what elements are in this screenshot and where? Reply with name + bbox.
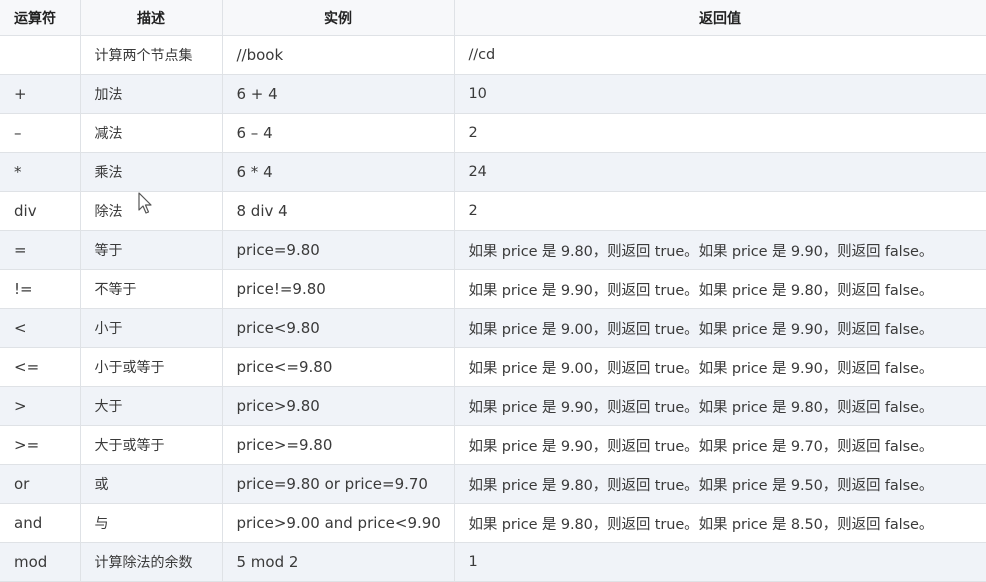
cell-description: 乘法 <box>79 152 223 192</box>
table-row: – 减法 6 – 42 <box>0 113 986 153</box>
header-example: 实例 <box>221 0 455 36</box>
cell-return-value: 如果 price 是 9.90，则返回 true。如果 price 是 9.80… <box>453 386 986 426</box>
table-row: div 除法 8 div 42 <box>0 191 986 231</box>
cell-operator: * <box>0 152 81 192</box>
cell-return-value: 如果 price 是 9.90，则返回 true。如果 price 是 9.70… <box>453 425 986 465</box>
cell-description: 除法 <box>79 191 223 231</box>
header-description: 描述 <box>79 0 223 36</box>
cell-example: price>9.80 <box>221 386 455 426</box>
cell-description: 小于 <box>79 308 223 348</box>
cell-operator: and <box>0 503 81 543</box>
cell-operator: != <box>0 269 81 309</box>
cell-example: price<9.80 <box>221 308 455 348</box>
cell-description: 大于或等于 <box>79 425 223 465</box>
cell-operator: = <box>0 230 81 270</box>
cell-return-value: 24 <box>453 152 986 192</box>
cell-return-value: //cd <box>453 35 986 75</box>
table-row: * 乘法 6 * 4 24 <box>0 152 986 192</box>
cell-return-value: 如果 price 是 9.00，则返回 true。如果 price 是 9.90… <box>453 308 986 348</box>
cell-example: price>9.00 and price<9.90 <box>221 503 455 543</box>
table-row: + 加法 6 + 4 10 <box>0 74 986 114</box>
table-row: > 大于 price>9.80 如果 price 是 9.90，则返回 true。如果… <box>0 386 986 426</box>
cell-example: 6 * 4 <box>221 152 455 192</box>
cell-operator <box>0 35 81 75</box>
cell-description: 不等于 <box>79 269 223 309</box>
table-row: <= 小于或等于 price<=9.80 如果 price 是 9.00，则返回 tr… <box>0 347 986 387</box>
cell-return-value: 2 <box>453 191 986 231</box>
cell-example: price>=9.80 <box>221 425 455 465</box>
table-row: 计算两个节点集//book//cd <box>0 35 986 75</box>
cell-return-value: 10 <box>453 74 986 114</box>
cell-description: 减法 <box>79 113 223 153</box>
table-row: >= 大于或等于 price>=9.80 如果 price 是 9.90，则返回 tr… <box>0 425 986 465</box>
cell-description: 小于或等于 <box>79 347 223 387</box>
cell-example: price!=9.80 <box>221 269 455 309</box>
operators-table: 运算符 描述 实例 返回值 计算两个节点集//book//cd + 加法 6 + 41… <box>0 0 986 582</box>
cell-description: 计算除法的余数 <box>79 542 223 582</box>
table-row: and 与 price>9.00 and price<9.90 如果 price 是 … <box>0 503 986 543</box>
cell-operator: or <box>0 464 81 504</box>
cell-description: 加法 <box>79 74 223 114</box>
cell-operator: > <box>0 386 81 426</box>
cell-operator: mod <box>0 542 81 582</box>
cell-example: 8 div 4 <box>221 191 455 231</box>
cell-return-value: 如果 price 是 9.00，则返回 true。如果 price 是 9.90… <box>453 347 986 387</box>
cell-return-value: 如果 price 是 9.90，则返回 true。如果 price 是 9.80… <box>453 269 986 309</box>
cell-operator: + <box>0 74 81 114</box>
cell-return-value: 2 <box>453 113 986 153</box>
table-row: < 小于 price<9.80 如果 price 是 9.00，则返回 true。如果… <box>0 308 986 348</box>
cell-description: 与 <box>79 503 223 543</box>
table-row: = 等于 price=9.80 如果 price 是 9.80，则返回 true。如果… <box>0 230 986 270</box>
cell-description: 等于 <box>79 230 223 270</box>
cell-operator: >= <box>0 425 81 465</box>
cell-operator: <= <box>0 347 81 387</box>
header-row: 运算符 描述 实例 返回值 <box>0 0 986 36</box>
cell-description: 或 <box>79 464 223 504</box>
cell-example: price=9.80 <box>221 230 455 270</box>
cell-example: //book <box>221 35 455 75</box>
table-row: mod 计算除法的余数 5 mod 21 <box>0 542 986 582</box>
cell-return-value: 如果 price 是 9.80，则返回 true。如果 price 是 9.90… <box>453 230 986 270</box>
table-row: or 或 price=9.80 or price=9.70 如果 price 是 9.… <box>0 464 986 504</box>
cell-operator: div <box>0 191 81 231</box>
table-header: 运算符 描述 实例 返回值 <box>0 0 986 36</box>
header-return-value: 返回值 <box>453 0 986 36</box>
cell-return-value: 如果 price 是 9.80，则返回 true。如果 price 是 9.50… <box>453 464 986 504</box>
cell-operator: < <box>0 308 81 348</box>
cell-example: price=9.80 or price=9.70 <box>221 464 455 504</box>
cell-example: 6 + 4 <box>221 74 455 114</box>
cell-example: price<=9.80 <box>221 347 455 387</box>
cell-operator: – <box>0 113 81 153</box>
header-operator: 运算符 <box>0 0 81 36</box>
table-body: 计算两个节点集//book//cd + 加法 6 + 4 10– 减法 6 – 4 2 * 乘法 6… <box>0 35 986 582</box>
cell-description: 大于 <box>79 386 223 426</box>
cell-description: 计算两个节点集 <box>79 35 223 75</box>
table-row: != 不等于 price!=9.80 如果 price 是 9.90，则返回 true… <box>0 269 986 309</box>
cell-return-value: 如果 price 是 9.80，则返回 true。如果 price 是 8.50… <box>453 503 986 543</box>
cell-return-value: 1 <box>453 542 986 582</box>
cell-example: 6 – 4 <box>221 113 455 153</box>
cell-example: 5 mod 2 <box>221 542 455 582</box>
